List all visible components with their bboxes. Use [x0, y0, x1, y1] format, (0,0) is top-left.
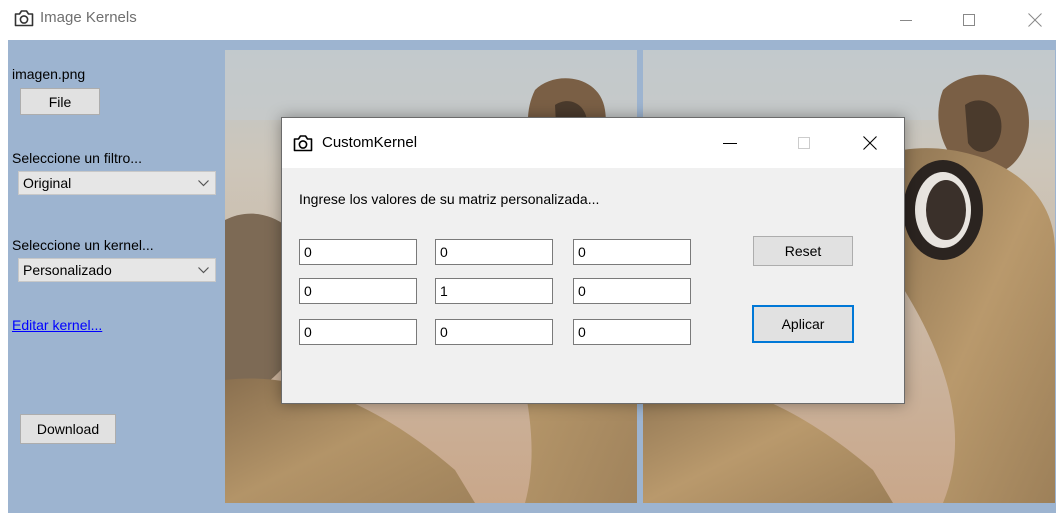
kernel-select[interactable]: Personalizado [18, 258, 216, 282]
matrix-prompt: Ingrese los valores de su matriz persona… [299, 191, 600, 207]
file-button[interactable]: File [20, 88, 100, 115]
apply-button[interactable]: Aplicar [752, 305, 854, 343]
matrix-cell-1-1[interactable]: 1 [435, 278, 553, 304]
reset-button[interactable]: Reset [753, 236, 853, 266]
matrix-cell-2-0[interactable]: 0 [299, 319, 417, 345]
minimize-icon [900, 20, 912, 21]
dialog-close-button[interactable] [841, 123, 899, 163]
minimize-button[interactable] [883, 0, 929, 40]
matrix-cell-0-2[interactable]: 0 [573, 239, 691, 265]
matrix-cell-2-2[interactable]: 0 [573, 319, 691, 345]
window-title: Image Kernels [40, 9, 137, 26]
chevron-down-icon [198, 267, 209, 274]
chevron-down-icon [198, 180, 209, 187]
filter-label: Seleccione un filtro... [12, 150, 142, 166]
matrix-cell-1-2[interactable]: 0 [573, 278, 691, 304]
filter-selected-value: Original [23, 175, 72, 191]
window-title-bar[interactable]: Image Kernels [0, 0, 1064, 40]
dialog-maximize-button[interactable] [775, 123, 833, 163]
matrix-cell-0-0[interactable]: 0 [299, 239, 417, 265]
close-icon [1028, 13, 1042, 27]
controls-panel: imagen.png File Seleccione un filtro... … [8, 40, 228, 513]
matrix-cell-0-1[interactable]: 0 [435, 239, 553, 265]
close-button[interactable] [1012, 0, 1058, 40]
download-button[interactable]: Download [20, 414, 116, 444]
maximize-icon [963, 14, 975, 26]
maximize-icon [798, 137, 810, 149]
close-icon [863, 136, 877, 150]
dialog-minimize-button[interactable] [701, 123, 759, 163]
matrix-cell-1-0[interactable]: 0 [299, 278, 417, 304]
file-name-label: imagen.png [12, 66, 86, 82]
custom-kernel-dialog[interactable]: CustomKernel Ingrese los valores de su m… [281, 117, 905, 404]
edit-kernel-link[interactable]: Editar kernel... [12, 317, 102, 333]
camera-icon [293, 135, 313, 152]
dialog-title: CustomKernel [322, 134, 418, 151]
maximize-button[interactable] [946, 0, 992, 40]
dialog-title-bar[interactable]: CustomKernel [282, 118, 904, 168]
kernel-selected-value: Personalizado [23, 262, 112, 278]
camera-icon [14, 10, 34, 27]
kernel-label: Seleccione un kernel... [12, 237, 154, 253]
matrix-cell-2-1[interactable]: 0 [435, 319, 553, 345]
filter-select[interactable]: Original [18, 171, 216, 195]
minimize-icon [723, 143, 737, 144]
